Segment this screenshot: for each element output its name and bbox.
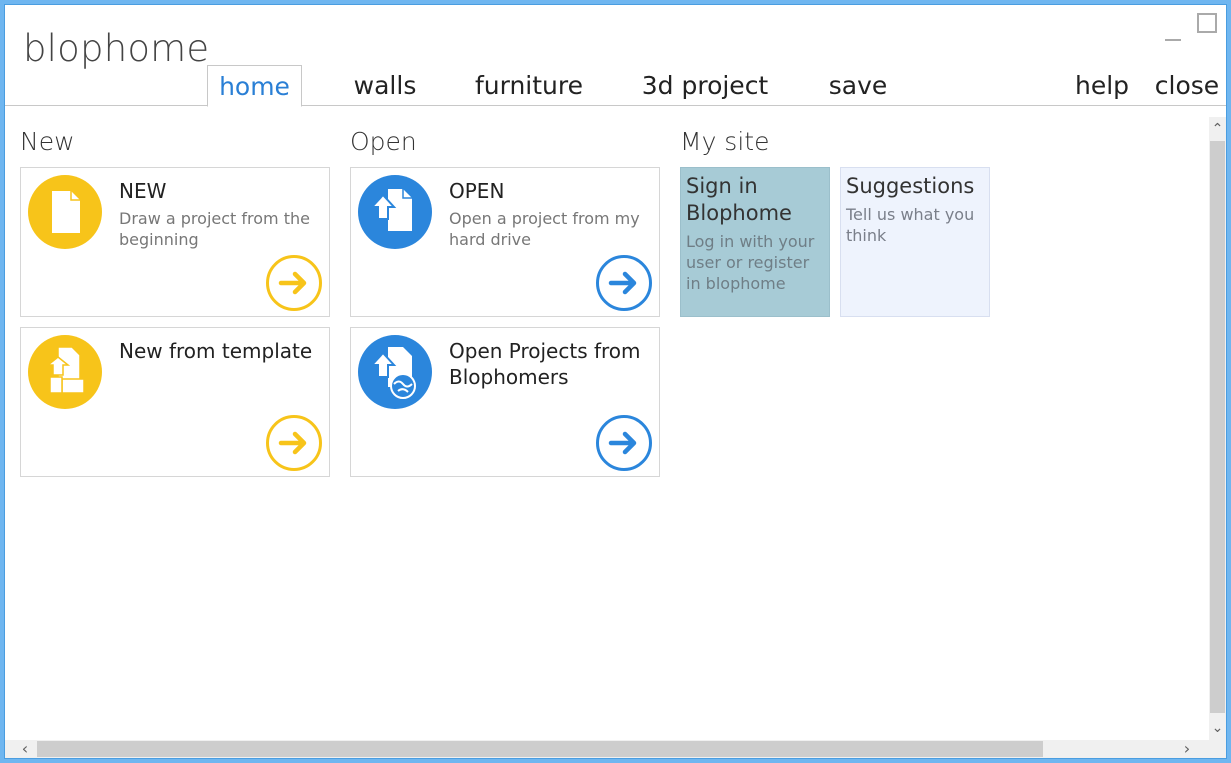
- card-description: Draw a project from the beginning: [119, 209, 310, 249]
- open-project-card[interactable]: OPEN Open a project from my hard drive: [350, 167, 660, 317]
- app-window: blophome home walls furniture 3d project…: [4, 4, 1227, 759]
- tab-walls[interactable]: walls: [345, 65, 425, 107]
- open-blophomers-card[interactable]: Open Projects from Blophomers: [350, 327, 660, 477]
- tab-save[interactable]: save: [820, 65, 896, 107]
- close-button[interactable]: close: [1151, 65, 1223, 107]
- scroll-down-icon[interactable]: ⌄: [1209, 718, 1226, 738]
- upload-document-icon: [358, 175, 432, 249]
- new-project-card[interactable]: NEW Draw a project from the beginning: [20, 167, 330, 317]
- upload-globe-icon: [358, 335, 432, 409]
- help-button[interactable]: help: [1067, 65, 1137, 107]
- arrow-right-icon[interactable]: [266, 255, 322, 311]
- card-title: OPEN: [449, 179, 505, 203]
- app-title: blophome: [23, 27, 210, 70]
- card-description: Open a project from my hard drive: [449, 209, 640, 249]
- arrow-right-icon[interactable]: [596, 255, 652, 311]
- card-title: NEW: [119, 179, 167, 203]
- minimize-button[interactable]: [1163, 15, 1183, 43]
- scroll-right-icon[interactable]: ›: [1177, 740, 1197, 758]
- tab-furniture[interactable]: furniture: [470, 65, 588, 107]
- horizontal-scrollbar[interactable]: ‹ ›: [5, 740, 1209, 758]
- horizontal-scroll-thumb[interactable]: [37, 741, 1043, 757]
- suggestions-tile[interactable]: Suggestions Tell us what you think: [840, 167, 990, 317]
- section-title-open: Open: [350, 127, 417, 156]
- tab-3d-project[interactable]: 3d project: [635, 65, 775, 107]
- maximize-button[interactable]: [1197, 13, 1217, 33]
- sign-in-tile[interactable]: Sign in Blophome Log in with your user o…: [680, 167, 830, 317]
- header-divider: [5, 105, 1226, 106]
- scroll-up-icon[interactable]: ⌃: [1209, 119, 1226, 139]
- vertical-scroll-thumb[interactable]: [1210, 141, 1225, 713]
- tile-description: Tell us what you think: [846, 205, 975, 245]
- card-title: Open Projects from Blophomers: [449, 339, 641, 389]
- template-icon: [28, 335, 102, 409]
- scroll-corner: [1209, 740, 1226, 758]
- vertical-scrollbar[interactable]: ⌃ ⌄: [1209, 117, 1226, 740]
- new-from-template-card[interactable]: New from template: [20, 327, 330, 477]
- section-title-new: New: [20, 127, 75, 156]
- tile-title: Suggestions: [846, 174, 975, 198]
- arrow-right-icon[interactable]: [266, 415, 322, 471]
- tile-description: Log in with your user or register in blo…: [686, 232, 815, 293]
- tile-title: Sign in Blophome: [686, 174, 792, 225]
- scroll-left-icon[interactable]: ‹: [15, 740, 35, 758]
- section-title-my-site: My site: [680, 127, 770, 156]
- tab-home[interactable]: home: [207, 65, 302, 107]
- arrow-right-icon[interactable]: [596, 415, 652, 471]
- document-icon: [28, 175, 102, 249]
- card-title: New from template: [119, 339, 313, 363]
